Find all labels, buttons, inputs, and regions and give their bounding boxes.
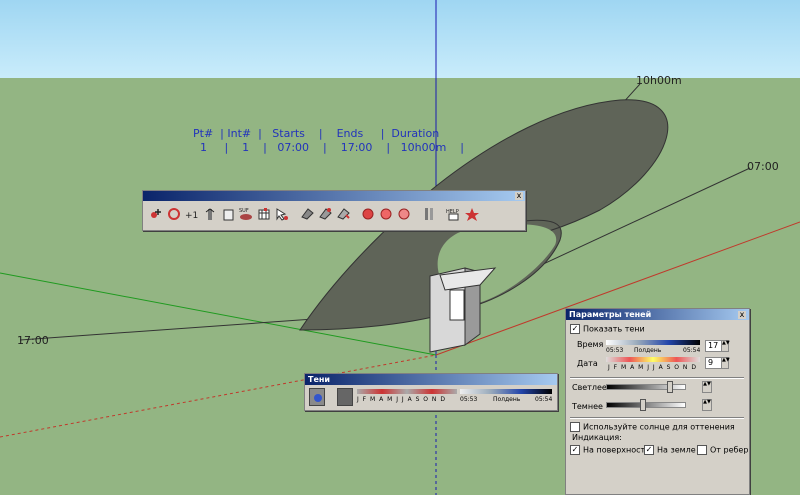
time-gradient-bar[interactable] <box>460 389 552 394</box>
lighter-slider[interactable] <box>606 384 686 390</box>
sun-red-icon-2[interactable] <box>377 204 394 224</box>
toolbar-close-button[interactable]: x <box>515 192 523 200</box>
darker-stepper[interactable]: ▲▼ <box>702 399 712 411</box>
help-icon[interactable]: HELP <box>445 204 462 224</box>
time-label-right: 07:00 <box>747 160 779 173</box>
toolbar-titlebar[interactable] <box>143 191 525 201</box>
measure-icon[interactable] <box>201 204 218 224</box>
plugin-toolbar: x +1 SUF HELP <box>142 190 526 231</box>
time-hour-stepper[interactable]: ▲▼ <box>721 340 730 352</box>
add-point-icon[interactable] <box>147 204 164 224</box>
sun-red-icon-1[interactable] <box>359 204 376 224</box>
use-sun-checkbox[interactable] <box>570 422 580 432</box>
time-start-label: 05:53 <box>460 396 478 403</box>
time-label-top: 10h00m <box>636 74 682 87</box>
panel-noon: Полдень <box>634 347 662 354</box>
on-faces-label: На поверхности <box>583 445 651 455</box>
cycle-icon[interactable] <box>165 204 182 224</box>
tools-icon[interactable] <box>420 204 437 224</box>
lighter-slider-thumb[interactable] <box>667 381 673 393</box>
darker-slider[interactable] <box>606 402 686 408</box>
suf-text: SUF <box>239 208 249 214</box>
shade-icon-3[interactable] <box>334 204 351 224</box>
divider-2 <box>570 417 744 419</box>
date-gradient-bar[interactable] <box>357 389 457 394</box>
suf-icon[interactable]: SUF <box>237 204 254 224</box>
select-arrow-icon[interactable] <box>273 204 290 224</box>
from-edges-label: От ребер <box>710 445 749 455</box>
from-edges-checkbox[interactable] <box>697 445 707 455</box>
stats-row: 1 | 1 | 07:00 | 17:00 | 10h00m | <box>193 141 464 154</box>
time-end-label: 05:54 <box>535 396 553 403</box>
panel-time-start: 05:53 <box>606 347 624 354</box>
months-label: J F M A M J J A S O N D <box>357 396 446 403</box>
use-sun-label: Используйте солнце для оттенения <box>583 422 735 432</box>
time-label-left: 17:00 <box>17 334 49 347</box>
lighter-label: Светлее <box>572 383 607 392</box>
settings-toggle-icon[interactable] <box>337 388 353 406</box>
shadow-settings-title[interactable]: Параметры теней <box>566 309 749 320</box>
paste-icon[interactable] <box>219 204 236 224</box>
time-slider[interactable] <box>606 340 700 345</box>
on-faces-checkbox[interactable]: ✓ <box>570 445 580 455</box>
star-icon[interactable] <box>463 204 480 224</box>
display-label: Индикация: <box>572 433 622 442</box>
shadows-toolbar: Тени J F M A M J J A S O N D 05:53 Полде… <box>304 373 558 411</box>
date-day-stepper[interactable]: ▲▼ <box>721 357 730 369</box>
show-shadows-label: Показать тени <box>583 324 645 334</box>
svg-text:+1: +1 <box>185 211 198 221</box>
shade-icon-2[interactable] <box>316 204 333 224</box>
darker-label: Темнее <box>572 402 603 411</box>
table-icon[interactable] <box>255 204 272 224</box>
panel-time-end: 05:54 <box>683 347 701 354</box>
sun-badge-icon <box>314 394 322 402</box>
date-slider[interactable] <box>606 357 700 362</box>
sun-red-icon-3[interactable] <box>395 204 412 224</box>
door <box>449 289 465 321</box>
lighter-stepper[interactable]: ▲▼ <box>702 381 712 393</box>
shadows-toolbar-title[interactable]: Тени <box>305 374 557 385</box>
time-label: Время <box>577 340 604 349</box>
show-shadows-checkbox[interactable]: ✓ <box>570 324 580 334</box>
panel-months: J F M A M J J A S O N D <box>608 364 697 371</box>
shadow-settings-close-button[interactable]: x <box>738 311 746 319</box>
on-ground-label: На земле <box>657 445 696 455</box>
shade-icon-1[interactable] <box>298 204 315 224</box>
date-label: Дата <box>577 359 598 368</box>
stats-header: Pt# | Int# | Starts | Ends | Duration <box>193 127 440 140</box>
on-ground-checkbox[interactable]: ✓ <box>644 445 654 455</box>
noon-label: Полдень <box>493 396 521 403</box>
plus-one-icon[interactable]: +1 <box>183 204 200 224</box>
shadow-settings-window: Параметры теней x ✓ Показать тени Время 0… <box>565 308 750 495</box>
sun-stats: Pt# | Int# | Starts | Ends | Duration 1 … <box>193 127 464 155</box>
darker-slider-thumb[interactable] <box>640 399 646 411</box>
divider-1 <box>570 377 744 379</box>
